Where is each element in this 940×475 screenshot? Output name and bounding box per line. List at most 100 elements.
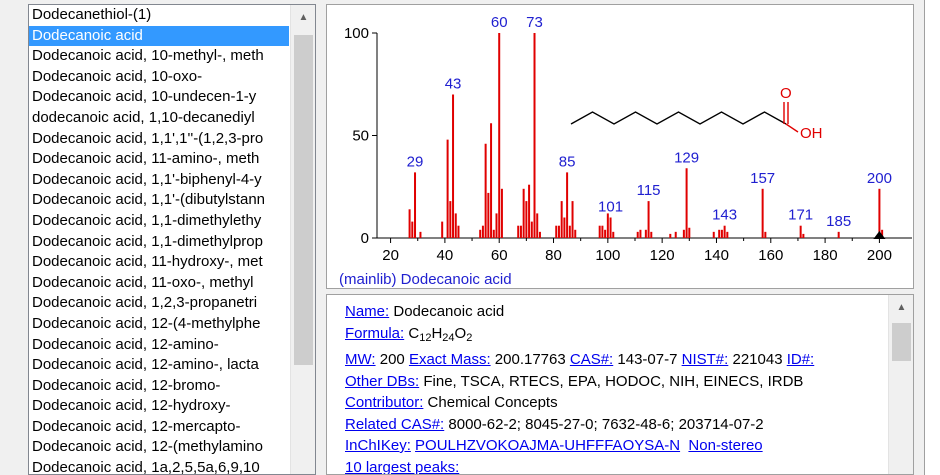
peak-label: 129 xyxy=(674,149,699,166)
peak-label: 85 xyxy=(559,153,576,170)
list-item[interactable]: Dodecanoic acid, 10-methyl-, meth xyxy=(29,46,289,67)
structure-carbon-chain xyxy=(570,111,787,125)
list-item[interactable]: dodecanoic acid, 1,10-decanediyl xyxy=(29,108,289,129)
list-item[interactable]: Dodecanoic acid, 1,2,3-propanetri xyxy=(29,293,289,314)
peak-label: 171 xyxy=(788,207,813,224)
structure-hydroxyl-label: OH xyxy=(800,125,823,142)
info-line-largest-peaks: 10 largest peaks: xyxy=(345,457,890,475)
info-line-formula: Formula: C12H24O2 xyxy=(345,323,890,350)
name-value: Dodecanoic acid xyxy=(393,303,505,320)
name-link[interactable]: Name: xyxy=(345,303,389,320)
spectrum-caption: (mainlib) Dodecanoic acid xyxy=(339,271,512,288)
list-item[interactable]: Dodecanoic acid, 1,1-dimethylprop xyxy=(29,232,289,253)
right-edge-panel xyxy=(924,0,940,475)
peak-label: 115 xyxy=(637,182,661,199)
other-dbs-value: Fine, TSCA, RTECS, EPA, HODOC, NIH, EINE… xyxy=(423,372,804,390)
list-item[interactable]: Dodecanoic acid, 12-amino-, lacta xyxy=(29,355,289,376)
list-item[interactable]: Dodecanoic acid, 12-amino- xyxy=(29,335,289,356)
contributor-link[interactable]: Contributor: xyxy=(345,394,423,411)
list-item[interactable]: Dodecanoic acid xyxy=(29,25,289,47)
peak-label: 101 xyxy=(598,199,623,216)
formula-link[interactable]: Formula: xyxy=(345,325,404,342)
mass-spectrum-panel: 0 50 100 20 40 60 80 100 120 140 160 180 200 29 43 60 73… xyxy=(326,4,914,289)
x-tick-label: 200 xyxy=(867,247,892,264)
compound-list-pane[interactable]: Dodecanethiol-(1) Dodecanoic acid Dodecano… xyxy=(28,4,316,475)
mw-link[interactable]: MW: xyxy=(345,351,376,368)
largest-peaks-link[interactable]: 10 largest peaks: xyxy=(345,459,459,475)
nist-link[interactable]: NIST#: xyxy=(682,351,729,368)
info-scroll-up-arrow-icon[interactable]: ▲ xyxy=(889,295,913,319)
list-item[interactable]: Dodecanoic acid, 12-bromo- xyxy=(29,376,289,397)
y-tick-label: 50 xyxy=(352,128,369,145)
related-cas-link[interactable]: Related CAS#: xyxy=(345,416,444,433)
app-window: Dodecanethiol-(1) Dodecanoic acid Dodecano… xyxy=(0,0,940,475)
info-line-mw: MW: 200 Exact Mass: 200.17763 CAS#: 143-… xyxy=(345,349,890,371)
list-item[interactable]: Dodecanoic acid, 10-undecen-1-y xyxy=(29,87,289,108)
nist-value: 221043 xyxy=(732,351,783,368)
list-item[interactable]: Dodecanoic acid, 11-amino-, meth xyxy=(29,149,289,170)
info-line-inchikey: InChIKey: POULHZVOKOAJMA-UHFFFAOYSA-N No… xyxy=(345,435,890,457)
formula-count-h: 24 xyxy=(442,331,455,344)
inchikey-link[interactable]: InChIKey: xyxy=(345,437,411,454)
formula-element-o: O xyxy=(454,324,467,342)
non-stereo-link[interactable]: Non-stereo xyxy=(688,437,762,454)
info-scroll-thumb[interactable] xyxy=(892,323,911,361)
compound-info-panel: Name: Dodecanoic acid Formula: C12H24O2 … xyxy=(326,294,914,475)
list-item[interactable]: Dodecanoic acid, 11-oxo-, methyl xyxy=(29,273,289,294)
exact-mass-value: 200.17763 xyxy=(494,351,566,368)
x-tick-label: 120 xyxy=(650,247,675,264)
list-item[interactable]: Dodecanoic acid, 11-hydroxy-, met xyxy=(29,252,289,273)
id-link[interactable]: ID#: xyxy=(787,351,815,368)
formula-element-h: H xyxy=(431,324,443,342)
compound-list-scrollbar[interactable]: ▲ xyxy=(290,5,315,474)
list-item[interactable]: Dodecanoic acid, 10-oxo- xyxy=(29,67,289,88)
peak-label: 143 xyxy=(712,207,737,224)
x-tick-label: 140 xyxy=(704,247,729,264)
peak-label: 73 xyxy=(526,14,543,31)
info-line-name: Name: Dodecanoic acid xyxy=(345,301,890,323)
list-item[interactable]: Dodecanoic acid, 12-(4-methylphe xyxy=(29,314,289,335)
molecular-ion-marker-icon xyxy=(873,231,886,239)
peak-label: 43 xyxy=(445,76,462,93)
formula-value: C12H24O2 xyxy=(408,324,473,344)
x-tick-label: 80 xyxy=(545,247,562,264)
formula-count-c: 12 xyxy=(419,331,432,344)
x-tick-label: 20 xyxy=(382,247,399,264)
peak-label: 157 xyxy=(750,170,775,187)
structure-oxygen-label: O xyxy=(780,85,792,102)
scroll-up-arrow-icon[interactable]: ▲ xyxy=(291,5,315,30)
y-tick-label: 0 xyxy=(361,230,369,247)
compound-info-text: Name: Dodecanoic acid Formula: C12H24O2 … xyxy=(345,301,890,475)
formula-element-c: C xyxy=(408,324,420,342)
structure-hydroxyl-bond xyxy=(785,123,799,133)
list-item[interactable]: Dodecanethiol-(1) xyxy=(29,5,289,26)
cas-value: 143-07-7 xyxy=(617,351,678,368)
mw-value: 200 xyxy=(379,351,405,368)
exact-mass-link[interactable]: Exact Mass: xyxy=(409,351,491,368)
compound-list[interactable]: Dodecanethiol-(1) Dodecanoic acid Dodecano… xyxy=(29,5,289,474)
mass-spectrum-chart: 0 50 100 20 40 60 80 100 120 140 160 180 200 29 43 60 73… xyxy=(344,14,912,264)
x-tick-label: 100 xyxy=(595,247,620,264)
list-item[interactable]: Dodecanoic acid, 1,1',1''-(1,2,3-pro xyxy=(29,129,289,150)
list-item[interactable]: Dodecanoic acid, 1,1-dimethylethy xyxy=(29,211,289,232)
peak-label: 200 xyxy=(867,170,892,187)
peak-label: 60 xyxy=(491,14,508,31)
cas-link[interactable]: CAS#: xyxy=(570,351,613,368)
x-tick-label: 160 xyxy=(758,247,783,264)
list-item[interactable]: Dodecanoic acid, 1a,2,5,5a,6,9,10 xyxy=(29,458,289,474)
list-item[interactable]: Dodecanoic acid, 1,1'-(dibutylstann xyxy=(29,190,289,211)
inchikey-value-link[interactable]: POULHZVOKOAJMA-UHFFFAOYSA-N xyxy=(415,437,680,454)
info-scrollbar[interactable]: ▲ xyxy=(888,295,913,474)
list-item[interactable]: Dodecanoic acid, 12-hydroxy- xyxy=(29,396,289,417)
other-dbs-link[interactable]: Other DBs: xyxy=(345,373,419,390)
x-tick-label: 60 xyxy=(491,247,508,264)
scroll-thumb[interactable] xyxy=(294,35,313,365)
list-item[interactable]: Dodecanoic acid, 12-(methylamino xyxy=(29,437,289,458)
list-item[interactable]: Dodecanoic acid, 1,1'-biphenyl-4-y xyxy=(29,170,289,191)
list-item[interactable]: Dodecanoic acid, 12-mercapto- xyxy=(29,417,289,438)
related-cas-value: 8000-62-2; 8045-27-0; 7632-48-6; 203714-… xyxy=(448,415,764,433)
x-tick-label: 180 xyxy=(813,247,838,264)
info-line-contributor: Contributor: Chemical Concepts xyxy=(345,392,890,414)
peak-label: 185 xyxy=(826,213,851,230)
formula-count-o: 2 xyxy=(466,331,473,344)
